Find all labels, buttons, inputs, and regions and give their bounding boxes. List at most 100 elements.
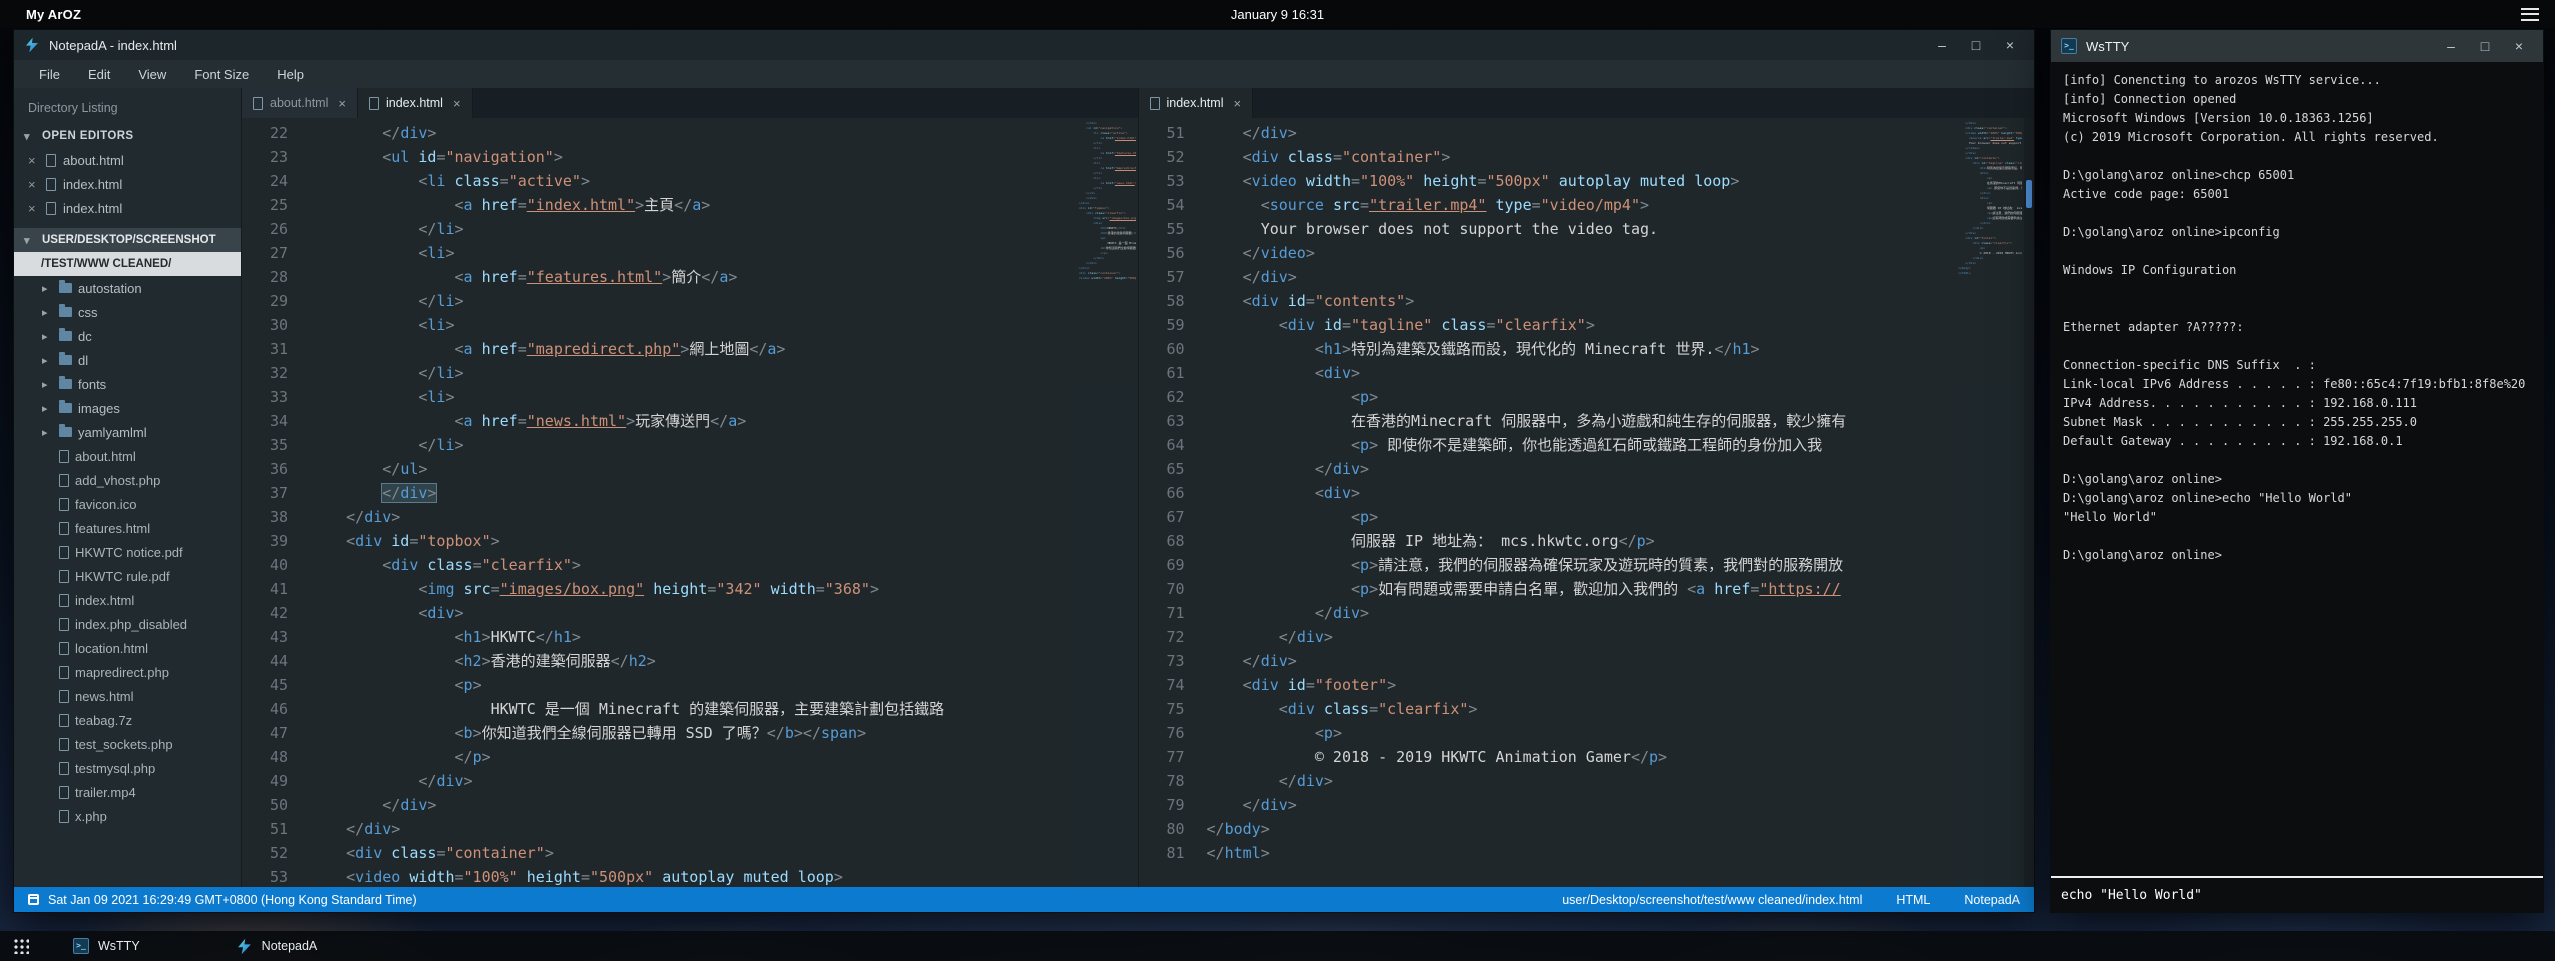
editor-scrollbar[interactable] [2024, 118, 2034, 887]
workspace-root-line2[interactable]: /TEST/WWW CLEANED/ [14, 252, 241, 276]
code-line[interactable]: </html> [1207, 841, 1957, 865]
code-line[interactable]: Your browser does not support the video … [1207, 217, 1957, 241]
code-line[interactable]: <div id="footer"> [1207, 673, 1957, 697]
code-line[interactable]: <h2>香港的建築伺服器</h2> [310, 649, 1070, 673]
code-line[interactable]: </body> [1207, 817, 1957, 841]
folder-item[interactable]: ▸fonts [14, 372, 241, 396]
open-editor-item[interactable]: ×about.html [14, 148, 241, 172]
code-line[interactable]: </video> [1207, 241, 1957, 265]
code-line[interactable]: </div> [310, 817, 1070, 841]
close-tab-icon[interactable]: × [338, 96, 346, 111]
code-line[interactable]: <li> [310, 241, 1070, 265]
file-item[interactable]: index.php_disabled [14, 612, 241, 636]
code-line[interactable]: <li> [310, 385, 1070, 409]
code-line[interactable]: </div> [1207, 265, 1957, 289]
file-item[interactable]: favicon.ico [14, 492, 241, 516]
file-item[interactable]: add_vhost.php [14, 468, 241, 492]
file-item[interactable]: teabag.7z [14, 708, 241, 732]
terminal-command-input[interactable] [2061, 888, 2533, 903]
app-launcher-grid-icon[interactable] [13, 938, 29, 954]
folder-item[interactable]: ▸dl [14, 348, 241, 372]
code-line[interactable]: <div> [310, 601, 1070, 625]
maximize-button[interactable]: □ [1962, 33, 1990, 57]
code-line[interactable]: <div class="clearfix"> [1207, 697, 1957, 721]
menu-file[interactable]: File [26, 63, 73, 86]
file-item[interactable]: about.html [14, 444, 241, 468]
folder-item[interactable]: ▸yamlyamlml [14, 420, 241, 444]
file-item[interactable]: test_sockets.php [14, 732, 241, 756]
code-line[interactable]: <source src="trailer.mp4" type="video/mp… [1207, 193, 1957, 217]
close-button[interactable]: × [2505, 34, 2533, 58]
taskbar-item-notepada[interactable]: NotepadA [236, 938, 318, 955]
notepada-titlebar[interactable]: NotepadA - index.html – □ × [14, 30, 2034, 60]
file-item[interactable]: news.html [14, 684, 241, 708]
code-line[interactable]: <div id="contents"> [1207, 289, 1957, 313]
minimize-button[interactable]: – [1928, 33, 1956, 57]
code-line[interactable]: </div> [1207, 121, 1957, 145]
file-item[interactable]: index.html [14, 588, 241, 612]
code-line[interactable]: <video width="100%" height="500px" autop… [1207, 169, 1957, 193]
code-editor-left[interactable]: </div> <ul id="navigation"> <li class="a… [304, 118, 1070, 887]
code-line[interactable]: </li> [310, 217, 1070, 241]
menu-help[interactable]: Help [264, 63, 317, 86]
code-line[interactable]: </div> [310, 121, 1070, 145]
file-item[interactable]: mapredirect.php [14, 660, 241, 684]
code-line[interactable]: <div id="tagline" class="clearfix"> [1207, 313, 1957, 337]
code-line[interactable]: <h1>特別為建築及鐵路而設，現代化的 Minecraft 世界.</h1> [1207, 337, 1957, 361]
code-line[interactable]: <p> [310, 673, 1070, 697]
open-editor-item[interactable]: ×index.html [14, 172, 241, 196]
code-line[interactable]: </div> [1207, 457, 1957, 481]
close-button[interactable]: × [1996, 33, 2024, 57]
open-editor-item[interactable]: ×index.html [14, 196, 241, 220]
code-line[interactable]: </div> [310, 769, 1070, 793]
close-editor-icon[interactable]: × [28, 201, 39, 216]
code-line[interactable]: </div> [310, 505, 1070, 529]
code-line[interactable]: <li> [310, 313, 1070, 337]
code-line[interactable]: </div> [310, 793, 1070, 817]
statusbar-language-mode[interactable]: HTML [1896, 893, 1930, 907]
wstty-titlebar[interactable]: >_ WsTTY – □ × [2051, 30, 2543, 62]
editor-tab[interactable]: about.html× [242, 88, 358, 118]
hamburger-menu-icon[interactable] [2521, 8, 2539, 21]
code-line[interactable]: <a href="index.html">主頁</a> [310, 193, 1070, 217]
minimap-left[interactable]: </div> <ul id="navigation"> <li class="a… [1070, 118, 1138, 887]
file-item[interactable]: features.html [14, 516, 241, 540]
folder-item[interactable]: ▸css [14, 300, 241, 324]
statusbar-file-path[interactable]: user/Desktop/screenshot/test/www cleaned… [1562, 893, 1862, 907]
code-line[interactable]: </div> [1207, 601, 1957, 625]
menu-view[interactable]: View [125, 63, 179, 86]
code-line[interactable]: <div class="container"> [310, 841, 1070, 865]
code-line[interactable]: <div class="container"> [1207, 145, 1957, 169]
file-item[interactable]: testmysql.php [14, 756, 241, 780]
code-line[interactable]: <div id="topbox"> [310, 529, 1070, 553]
scrollbar-thumb[interactable] [2026, 180, 2032, 208]
file-item[interactable]: location.html [14, 636, 241, 660]
file-item[interactable]: x.php [14, 804, 241, 828]
maximize-button[interactable]: □ [2471, 34, 2499, 58]
open-editors-section-header[interactable]: ▾ OPEN EDITORS [14, 124, 241, 148]
close-editor-icon[interactable]: × [28, 153, 39, 168]
menu-font-size[interactable]: Font Size [181, 63, 262, 86]
code-line[interactable]: 在香港的Minecraft 伺服器中，多為小遊戲和純生存的伺服器，較少擁有 [1207, 409, 1957, 433]
file-item[interactable]: HKWTC rule.pdf [14, 564, 241, 588]
code-line[interactable]: <p> [1207, 505, 1957, 529]
editor-tab[interactable]: index.html× [1139, 88, 1254, 118]
code-line[interactable]: </li> [310, 433, 1070, 457]
code-line[interactable]: </div> [1207, 625, 1957, 649]
code-line[interactable]: </div> [1207, 649, 1957, 673]
code-line[interactable]: <video width="100%" height="500px" autop… [310, 865, 1070, 887]
code-line[interactable]: 伺服器 IP 地址為： mcs.hkwtc.org</p> [1207, 529, 1957, 553]
code-line[interactable]: <div> [1207, 361, 1957, 385]
code-line[interactable]: <a href="news.html">玩家傳送門</a> [310, 409, 1070, 433]
code-line[interactable]: <p> [1207, 385, 1957, 409]
code-line[interactable]: <div class="clearfix"> [310, 553, 1070, 577]
code-line[interactable]: <p> [1207, 721, 1957, 745]
code-line[interactable]: <p> 即使你不是建築師，你也能透過紅石師或鐵路工程師的身份加入我 [1207, 433, 1957, 457]
close-tab-icon[interactable]: × [1233, 96, 1241, 111]
code-line[interactable]: <img src="images/box.png" height="342" w… [310, 577, 1070, 601]
menu-edit[interactable]: Edit [75, 63, 123, 86]
code-line[interactable]: </li> [310, 361, 1070, 385]
code-line[interactable]: </div> [1207, 769, 1957, 793]
code-line[interactable]: </ul> [310, 457, 1070, 481]
code-line[interactable]: </div> [1207, 793, 1957, 817]
